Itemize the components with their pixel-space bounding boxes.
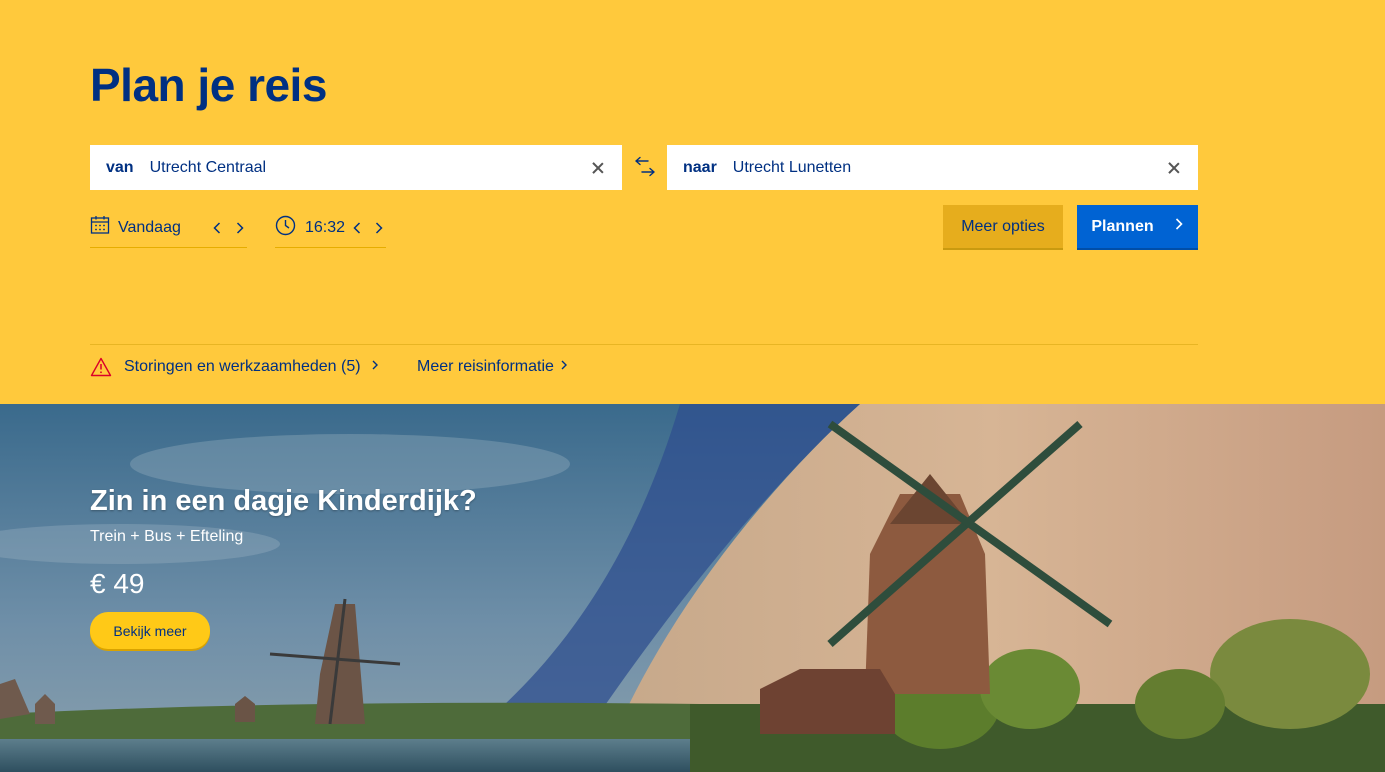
chevron-left-icon[interactable] <box>349 220 364 236</box>
promo-subtitle: Trein + Bus + Efteling <box>90 528 244 545</box>
page-title: Plan je reis <box>90 59 327 111</box>
from-field[interactable]: van Utrecht Centraal <box>90 145 622 190</box>
clock-icon <box>275 215 296 241</box>
clear-from-icon[interactable] <box>590 160 606 176</box>
travel-info-label: Meer reisinformatie <box>417 358 554 375</box>
to-field[interactable]: naar Utrecht Lunetten <box>667 145 1198 190</box>
promo-details-button[interactable]: Bekijk meer <box>90 612 210 649</box>
swap-icon[interactable] <box>632 156 658 178</box>
time-value: 16:32 <box>305 218 346 236</box>
promo-banner: Zin in een dagje Kinderdijk? Trein + Bus… <box>0 404 1385 772</box>
chevron-right-icon <box>371 358 379 376</box>
date-value: Vandaag <box>118 218 181 236</box>
to-label: naar <box>683 158 717 176</box>
divider <box>90 344 1198 345</box>
chevron-right-icon[interactable] <box>232 220 247 236</box>
chevron-left-icon[interactable] <box>209 220 224 236</box>
chevron-right-icon[interactable] <box>371 220 386 236</box>
travel-info-link[interactable]: Meer reisinformatie <box>417 356 568 378</box>
from-input[interactable]: Utrecht Centraal <box>150 159 590 177</box>
plan-button-label: Plannen <box>1091 217 1154 235</box>
journey-planner: Plan je reis van Utrecht Centraal naar U… <box>0 0 1385 404</box>
promo-background-image <box>0 404 1385 772</box>
plan-button[interactable]: Plannen <box>1077 205 1198 250</box>
time-selector[interactable]: 16:32 <box>275 208 386 248</box>
chevron-right-icon <box>560 358 568 376</box>
calendar-icon <box>90 215 110 240</box>
date-selector[interactable]: Vandaag <box>90 208 247 248</box>
more-options-button[interactable]: Meer opties <box>943 205 1063 250</box>
warning-icon <box>90 357 112 377</box>
disruptions-label: Storingen en werkzaamheden (5) <box>124 358 361 375</box>
to-input[interactable]: Utrecht Lunetten <box>733 159 1166 177</box>
chevron-right-icon <box>1174 217 1184 236</box>
from-label: van <box>106 158 134 176</box>
clear-to-icon[interactable] <box>1166 160 1182 176</box>
disruptions-link[interactable]: Storingen en werkzaamheden (5) <box>90 356 379 378</box>
promo-title: Zin in een dagje Kinderdijk? <box>90 485 477 517</box>
promo-price: € 49 <box>90 568 145 599</box>
